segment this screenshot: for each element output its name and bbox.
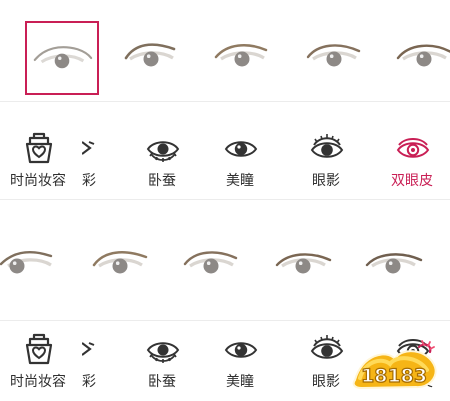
eyelid-style-card[interactable]	[266, 225, 340, 299]
eyelid-preview-icon	[0, 251, 53, 274]
tab-label: 双眼皮	[391, 374, 433, 390]
partial-eye-icon	[82, 141, 95, 155]
divider	[0, 199, 450, 200]
tab-fashion-makeup[interactable]: 时尚妆容	[0, 321, 76, 401]
eyelid-style-card[interactable]	[297, 18, 371, 92]
eyelid-preview-icon	[214, 44, 268, 67]
tab-label: 美瞳	[226, 173, 254, 189]
eyelid-preview-icon	[306, 44, 361, 67]
tab-colored-lenses[interactable]: 美瞳	[202, 120, 278, 200]
tab-label: 美瞳	[226, 374, 254, 390]
eye-icon	[224, 342, 258, 358]
double-eyelid-icon	[396, 339, 430, 359]
eyelid-preview-icon	[124, 43, 176, 67]
tab-label: 卧蚕	[148, 374, 176, 390]
tab-fashion-makeup[interactable]: 时尚妆容	[0, 120, 76, 200]
top-panel: 时尚妆容 彩 卧蚕 美瞳 眼影 双眼皮	[0, 0, 450, 200]
tab-eye-bags[interactable]: 卧蚕	[124, 120, 200, 200]
eyelid-style-card[interactable]	[0, 225, 66, 299]
partial-label: 彩	[82, 173, 96, 189]
tab-eyeshadow[interactable]: 眼影	[288, 120, 364, 200]
tab-eyeshadow[interactable]: 眼影	[288, 321, 364, 401]
partial-label: 彩	[82, 374, 96, 390]
tab-label: 双眼皮	[391, 173, 433, 189]
eyelid-style-card[interactable]	[114, 18, 188, 92]
eyelid-style-card[interactable]	[174, 225, 248, 299]
eyelid-style-card[interactable]	[356, 225, 430, 299]
eye-bag-icon	[146, 342, 180, 363]
tab-double-eyelid[interactable]: 双眼皮	[374, 120, 450, 200]
makeup-kit-icon	[25, 333, 53, 365]
tab-label: 卧蚕	[148, 173, 176, 189]
bottom-tab-row: 时尚妆容 彩 卧蚕 美瞳 眼影 双眼皮	[0, 321, 450, 401]
tab-label: 时尚妆容	[10, 374, 66, 390]
tab-label: 时尚妆容	[10, 173, 66, 189]
eyelid-style-row[interactable]	[0, 201, 450, 321]
tab-colored-lenses[interactable]: 美瞳	[202, 321, 278, 401]
eye-shadow-icon	[310, 134, 344, 158]
eyelid-preview-icon	[396, 44, 450, 67]
eyelid-style-card[interactable]	[83, 225, 157, 299]
eyelid-preview-icon	[92, 251, 148, 274]
partial-tab-icon: 彩	[82, 120, 100, 200]
eye-shadow-icon	[310, 335, 344, 359]
makeup-kit-icon	[25, 132, 53, 164]
divider	[0, 101, 450, 102]
eyelid-preview-icon	[33, 46, 93, 69]
top-tab-row: 时尚妆容 彩 卧蚕 美瞳 眼影 双眼皮	[0, 120, 450, 200]
eyelid-style-card[interactable]	[205, 18, 279, 92]
double-eyelid-icon	[396, 138, 430, 158]
bottom-panel: 时尚妆容 彩 卧蚕 美瞳 眼影 双眼皮 18183	[0, 201, 450, 401]
eyelid-style-card-selected[interactable]	[25, 21, 99, 95]
eyelid-style-card[interactable]	[387, 18, 450, 92]
tab-eye-bags[interactable]: 卧蚕	[124, 321, 200, 401]
eyelid-style-row[interactable]	[0, 0, 450, 120]
eye-icon	[224, 141, 258, 157]
eye-makeup-selector-screen: 时尚妆容 彩 卧蚕 美瞳 眼影 双眼皮 时尚妆容 彩 卧蚕 美瞳 眼影 双眼皮 …	[0, 0, 450, 401]
eye-bag-icon	[146, 141, 180, 162]
eyelid-preview-icon	[275, 253, 332, 274]
eyelid-preview-icon	[365, 253, 423, 274]
partial-eye-icon	[82, 342, 95, 356]
tab-label: 眼影	[312, 173, 340, 189]
partial-tab-icon: 彩	[82, 321, 100, 401]
eyelid-preview-icon	[183, 251, 238, 274]
tab-double-eyelid[interactable]: 双眼皮	[374, 321, 450, 401]
tab-label: 眼影	[312, 374, 340, 390]
